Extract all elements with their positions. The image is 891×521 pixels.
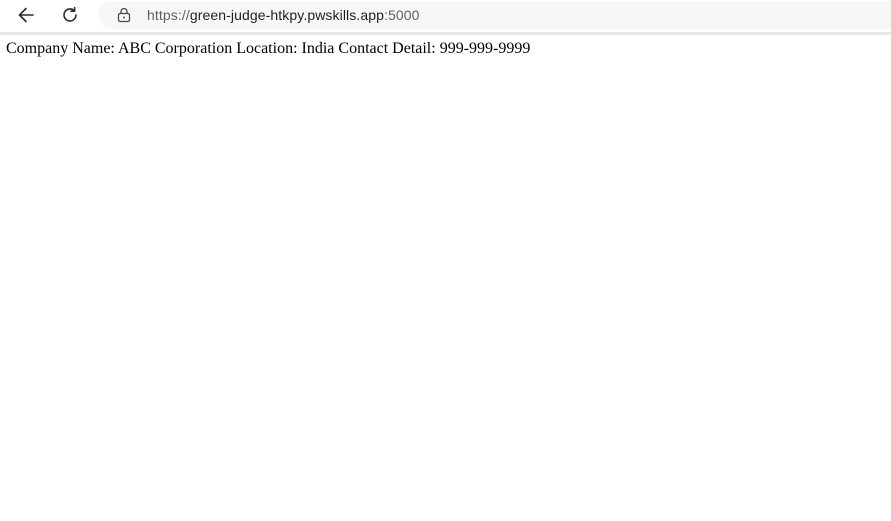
url-host: green-judge-htkpy.pwskills.app xyxy=(189,7,385,23)
url-scheme: https:// xyxy=(147,7,190,23)
page-body-text: Company Name: ABC Corporation Location: … xyxy=(6,40,531,57)
address-bar[interactable]: https://green-judge-htkpy.pwskills.app:5… xyxy=(98,1,891,29)
lock-icon[interactable] xyxy=(116,7,132,23)
arrow-left-icon xyxy=(17,6,35,24)
back-button[interactable] xyxy=(10,0,42,30)
url-port: :5000 xyxy=(384,7,420,23)
url-text[interactable]: https://green-judge-htkpy.pwskills.app:5… xyxy=(147,7,420,23)
browser-toolbar: https://green-judge-htkpy.pwskills.app:5… xyxy=(0,0,891,35)
reload-button[interactable] xyxy=(54,0,86,30)
reload-icon xyxy=(61,6,79,24)
